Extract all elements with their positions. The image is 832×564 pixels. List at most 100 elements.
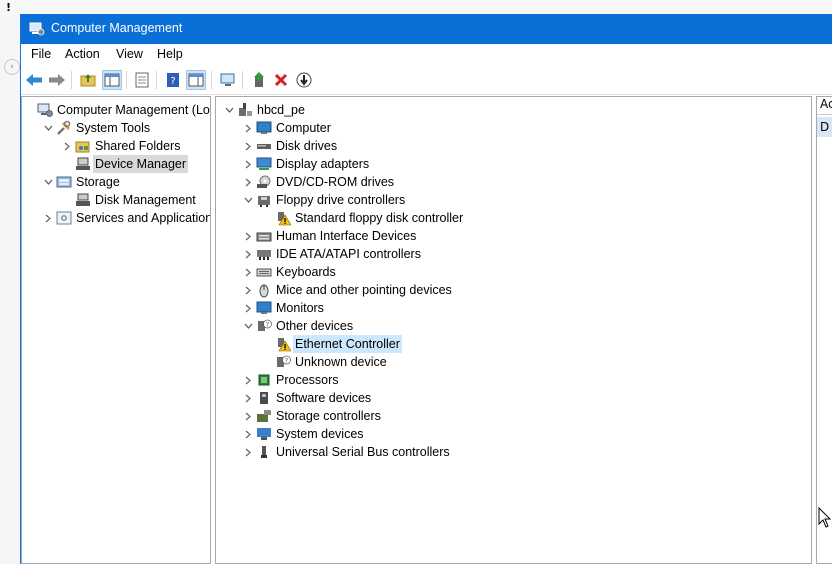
console-tree-label: System Tools [76,121,151,135]
console-tree-row[interactable]: Computer Management (Local [22,101,210,119]
device-tree-row[interactable]: Computer [216,119,811,137]
usb-icon [261,446,267,458]
device-tree-label: Ethernet Controller [293,335,402,353]
warning-device-icon [278,338,291,352]
console-tree-pane[interactable]: Computer Management (Local System Tools Sh… [21,96,211,564]
expand-chevron-icon[interactable] [242,263,254,281]
floppy-controller-icon [258,196,270,207]
show-hide-tree-icon[interactable] [102,70,122,90]
expand-chevron-icon[interactable] [242,173,254,191]
window-title: Computer Management [51,21,183,35]
forward-icon[interactable] [47,70,67,90]
properties-icon[interactable] [132,70,152,90]
device-tree-row[interactable]: Human Interface Devices [216,227,811,245]
collapse-chevron-icon[interactable] [242,317,254,335]
expand-chevron-icon[interactable] [242,371,254,389]
software-device-icon [260,392,268,404]
uninstall-icon[interactable] [271,70,291,90]
menu-action[interactable]: Action [65,47,100,61]
menu-help[interactable]: Help [157,47,183,61]
device-tree-label: Monitors [276,301,324,315]
expand-chevron-icon[interactable] [242,227,254,245]
expand-chevron-icon[interactable] [61,137,73,155]
device-tree-label: Standard floppy disk controller [295,211,464,225]
expand-chevron-icon[interactable] [242,425,254,443]
update-driver-icon[interactable] [249,70,269,90]
collapse-chevron-icon[interactable] [42,119,54,137]
device-tree-row[interactable]: System devices [216,425,811,443]
device-tree-row[interactable]: Monitors [216,299,811,317]
device-tree-row[interactable]: Software devices [216,389,811,407]
expand-chevron-icon[interactable] [242,119,254,137]
actions-header: Ac [817,97,832,115]
collapse-chevron-icon[interactable] [223,101,235,119]
toolbar: ? [21,66,832,95]
console-tree-row[interactable]: System Tools [22,119,210,137]
device-tree-row[interactable]: Floppy drive controllers [216,191,811,209]
action-pane-icon[interactable] [186,70,206,90]
disable-icon[interactable] [294,70,314,90]
device-tree-row[interactable]: ? Unknown device [216,353,811,371]
expand-chevron-icon[interactable] [242,155,254,173]
menu-view[interactable]: View [116,47,143,61]
device-tree-row[interactable]: ? Other devices [216,317,811,335]
device-tree-row[interactable]: Mice and other pointing devices [216,281,811,299]
menu-bar: File Action View Help [21,44,832,66]
console-tree-row[interactable]: Storage [22,173,210,191]
device-tree-label: IDE ATA/ATAPI controllers [276,247,421,261]
back-icon[interactable] [24,70,44,90]
device-tree-row[interactable]: Universal Serial Bus controllers [216,443,811,461]
expand-chevron-icon[interactable] [242,245,254,263]
menu-file[interactable]: File [31,47,51,61]
device-tree-row[interactable]: DVD/CD-ROM drives [216,173,811,191]
monitor-icon [256,121,272,134]
expand-chevron-icon[interactable] [242,443,254,461]
device-tree-row[interactable]: Keyboards [216,263,811,281]
console-tree-label: Shared Folders [95,139,181,153]
warning-icon: ! [6,1,12,14]
actions-pane[interactable]: Ac D [816,96,832,564]
expand-chevron-icon[interactable] [242,389,254,407]
expand-chevron-icon[interactable] [242,299,254,317]
device-tree-row[interactable]: Display adapters [216,155,811,173]
collapse-chevron-icon[interactable] [42,173,54,191]
collapse-chevron-icon[interactable] [242,191,254,209]
computer-management-icon [37,103,53,117]
disk-drive-icon [257,144,271,149]
device-tree-row[interactable]: Disk drives [216,137,811,155]
device-tree-row[interactable]: Ethernet Controller [216,335,811,353]
help-icon[interactable]: ? [163,70,183,90]
background-window-edge: ‹ [0,14,21,564]
device-tree-label: DVD/CD-ROM drives [276,175,395,189]
device-tree-pane[interactable]: hbcd_pe Computer Disk drives Display adapte… [215,96,812,564]
device-manager-icon [76,157,90,170]
svg-text:?: ? [266,321,269,329]
storage-icon [56,176,72,188]
device-tree-row[interactable]: Storage controllers [216,407,811,425]
device-tree-row[interactable]: hbcd_pe [216,101,811,119]
system-tools-icon [57,120,71,135]
up-folder-icon[interactable] [78,70,98,90]
device-tree-label: Processors [276,373,339,387]
console-tree-label: Services and Applications [76,211,211,225]
expand-chevron-icon[interactable] [42,209,54,227]
device-tree-row[interactable]: Standard floppy disk controller [216,209,811,227]
computer-management-window: Computer Management File Action View Hel… [20,14,832,564]
storage-controller-icon [257,410,271,422]
console-tree-row[interactable]: Shared Folders [22,137,210,155]
console-tree-row[interactable]: Services and Applications [22,209,210,227]
expand-chevron-icon[interactable] [242,407,254,425]
expand-chevron-icon[interactable] [242,137,254,155]
expand-chevron-icon[interactable] [242,281,254,299]
actions-item[interactable]: D [817,117,832,137]
console-tree-row[interactable]: Disk Management [22,191,210,209]
console-tree-row[interactable]: Device Manager [22,155,210,173]
console-tree-label: Device Manager [93,155,189,173]
console-tree-label: Storage [76,175,120,189]
scan-hardware-icon[interactable] [218,70,238,90]
device-tree-row[interactable]: Processors [216,371,811,389]
title-bar[interactable]: Computer Management [21,14,832,44]
device-tree-row[interactable]: IDE ATA/ATAPI controllers [216,245,811,263]
